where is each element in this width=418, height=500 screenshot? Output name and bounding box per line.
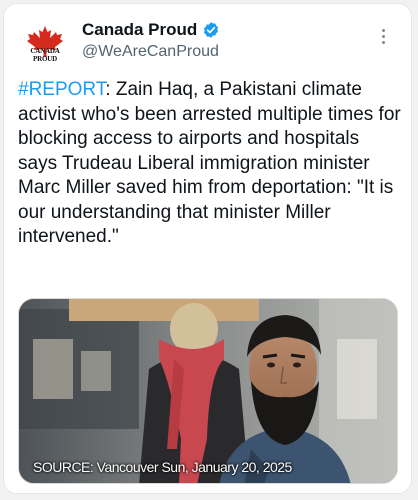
display-name[interactable]: Canada Proud (82, 20, 197, 40)
photo-illustration (19, 299, 397, 483)
tweet-card[interactable]: CANADA PROUD Canada Proud @WeAreCanProud… (3, 3, 412, 494)
more-options-icon[interactable] (373, 24, 393, 48)
account-handle[interactable]: @WeAreCanProud (82, 43, 220, 61)
avatar-logo-text: CANADA PROUD (30, 47, 60, 63)
tweet-header: CANADA PROUD Canada Proud @WeAreCanProud (18, 16, 397, 66)
hashtag-link[interactable]: #REPORT (18, 79, 105, 100)
avatar[interactable]: CANADA PROUD (20, 16, 70, 66)
display-name-row: Canada Proud (82, 20, 220, 40)
account-names: Canada Proud @WeAreCanProud (82, 20, 220, 61)
verified-badge-icon (202, 21, 220, 39)
tweet-text: #REPORT: Zain Haq, a Pakistani climate a… (18, 78, 402, 250)
tweet-body: : Zain Haq, a Pakistani climate activist… (18, 79, 407, 247)
photo-source-caption: SOURCE: Vancouver Sun, January 20, 2025 (33, 459, 292, 475)
tweet-media-photo[interactable]: SOURCE: Vancouver Sun, January 20, 2025 (18, 298, 398, 484)
